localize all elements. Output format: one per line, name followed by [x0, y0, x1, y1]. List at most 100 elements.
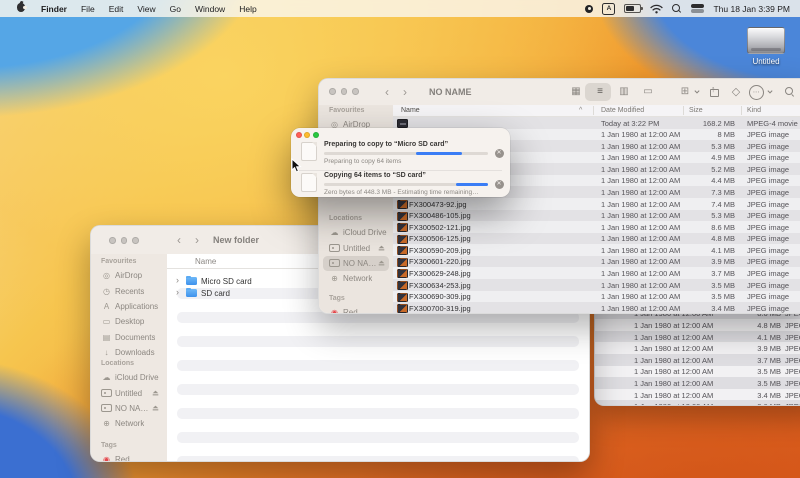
file-row[interactable]: 1 Jan 1980 at 12:00 AM3.7 MBJPEG — [595, 354, 800, 366]
group-chevron-icon — [693, 84, 701, 100]
no-name-toolbar[interactable]: ‹ › NO NAME ▦≡▥▭ ⊞ ◇ ⋯ — [319, 79, 800, 106]
stop-button[interactable]: ✕ — [495, 180, 504, 189]
search-button[interactable] — [783, 84, 797, 100]
list-header[interactable]: Name ^ Date Modified Size Kind — [393, 105, 800, 117]
file-row[interactable]: 1 Jan 1980 at 12:00 AM3.5 MBJPEG — [595, 366, 800, 378]
file-row[interactable]: FX300690-309.jpg1 Jan 1980 at 12:00 AM3.… — [393, 291, 800, 303]
close-button[interactable] — [109, 237, 116, 244]
file-row[interactable]: 1 Jan 1980 at 12:00 AM3.5 MBJPEG — [595, 377, 800, 389]
close-button[interactable] — [329, 88, 336, 95]
sidebar-item-icloud-drive[interactable]: ☁iCloud Drive — [95, 370, 163, 385]
group-button[interactable]: ⊞ — [677, 84, 693, 100]
control-center-icon[interactable] — [691, 4, 704, 13]
zoom-button[interactable] — [132, 237, 139, 244]
eject-icon[interactable] — [152, 390, 159, 396]
file-size: 8.6 MB — [683, 223, 735, 232]
stop-button[interactable]: ✕ — [495, 149, 504, 158]
sidebar-item-no-na-[interactable]: NO NA… — [95, 401, 163, 416]
share-button[interactable] — [707, 84, 721, 100]
sidebar-item-red[interactable]: ◉Red — [323, 305, 389, 314]
disclosure-chevron-icon[interactable]: › — [176, 276, 179, 285]
sidebar-item-airdrop[interactable]: ◎AirDrop — [95, 268, 163, 283]
copy-progress-window[interactable]: Preparing to copy to “Micro SD card”✕Pre… — [291, 128, 510, 197]
sidebar-item-label: Desktop — [115, 317, 144, 326]
sidebar-item-untitled[interactable]: Untitled — [95, 385, 163, 400]
sidebar-item-label: iCloud Drive — [115, 373, 159, 382]
column-header-name[interactable]: Name — [401, 107, 420, 114]
minimize-button[interactable] — [341, 88, 348, 95]
sidebar-item-network[interactable]: ⊕Network — [95, 416, 163, 431]
sidebar-item-untitled[interactable]: Untitled — [323, 240, 389, 255]
file-row[interactable]: FX300590-209.jpg1 Jan 1980 at 12:00 AM4.… — [393, 244, 800, 256]
finder-window-background[interactable]: 1 Jan 1980 at 12:00 AM8.6 MBJPEG1 Jan 19… — [594, 304, 800, 406]
sidebar-item-desktop[interactable]: ▭Desktop — [95, 314, 163, 329]
view-icon-view[interactable]: ▦ — [567, 84, 585, 100]
file-row[interactable]: 1 Jan 1980 at 12:00 AM4.1 MBJPEG — [595, 331, 800, 343]
view-column-view[interactable]: ▥ — [615, 84, 633, 100]
sidebar-item-recents[interactable]: ◷Recents — [95, 283, 163, 298]
battery-icon[interactable] — [624, 4, 641, 13]
back-button[interactable]: ‹ — [385, 86, 389, 98]
file-row[interactable]: FX300634-253.jpg1 Jan 1980 at 12:00 AM3.… — [393, 279, 800, 291]
column-header-kind[interactable]: Kind — [747, 107, 761, 114]
sidebar-item-red[interactable]: ◉Red — [95, 452, 163, 462]
sidebar-item-label: Documents — [115, 333, 155, 342]
file-row[interactable]: 1 Jan 1980 at 12:00 AM4.8 MBJPEG — [595, 319, 800, 331]
column-header-size[interactable]: Size — [689, 107, 703, 114]
file-row[interactable]: FX300601-220.jpg1 Jan 1980 at 12:00 AM3.… — [393, 256, 800, 268]
sidebar-item-network[interactable]: ⊕Network — [323, 271, 389, 286]
file-date: 1 Jan 1980 at 12:00 AM — [634, 356, 713, 365]
minimize-button[interactable] — [121, 237, 128, 244]
file-row[interactable]: FX300506-125.jpg1 Jan 1980 at 12:00 AM4.… — [393, 233, 800, 245]
forward-button[interactable]: › — [195, 234, 199, 246]
sidebar-item-icloud-drive[interactable]: ☁iCloud Drive — [323, 225, 389, 240]
file-row[interactable]: FX300629-248.jpg1 Jan 1980 at 12:00 AM3.… — [393, 267, 800, 279]
menu-edit[interactable]: Edit — [102, 4, 131, 14]
eject-icon[interactable] — [152, 405, 159, 411]
folder-icon — [186, 277, 197, 285]
file-size: 4.8 MB — [715, 321, 781, 330]
file-size: 3.5 MB — [715, 379, 781, 388]
wifi-icon[interactable] — [650, 4, 663, 14]
back-button[interactable]: ‹ — [177, 234, 181, 246]
tags-button[interactable]: ◇ — [729, 84, 743, 100]
menu-file[interactable]: File — [74, 4, 102, 14]
sidebar-item-applications[interactable]: AApplications — [95, 299, 163, 314]
column-header-name[interactable]: Name — [195, 257, 216, 266]
menu-go[interactable]: Go — [163, 4, 188, 14]
menu-window[interactable]: Window — [188, 4, 232, 14]
screen-record-icon[interactable] — [585, 5, 593, 13]
desktop-icon-untitled[interactable]: Untitled — [740, 27, 792, 66]
file-row[interactable]: Today at 3:22 PM168.2 MBMPEG-4 movie — [393, 117, 800, 129]
zoom-button[interactable] — [313, 132, 319, 138]
menu-finder[interactable]: Finder — [34, 4, 74, 14]
spotlight-icon[interactable] — [672, 4, 682, 14]
file-row[interactable]: FX300486-105.jpg1 Jan 1980 at 12:00 AM5.… — [393, 210, 800, 222]
more-button[interactable]: ⋯ — [749, 84, 764, 100]
zoom-button[interactable] — [352, 88, 359, 95]
minimize-button[interactable] — [304, 132, 310, 138]
eject-icon[interactable] — [378, 260, 385, 266]
apple-menu[interactable] — [8, 3, 34, 14]
file-row[interactable]: 1 Jan 1980 at 12:00 AM3.4 MBJPEG — [595, 389, 800, 401]
file-row[interactable]: 1 Jan 1980 at 12:00 AM3.6 MBJPEG — [595, 400, 800, 406]
menu-view[interactable]: View — [130, 4, 162, 14]
apple-icon — [17, 3, 25, 12]
forward-button[interactable]: › — [403, 86, 407, 98]
file-row[interactable]: 1 Jan 1980 at 12:00 AM3.9 MBJPEG — [595, 342, 800, 354]
view-list-view[interactable]: ≡ — [591, 84, 609, 100]
file-row[interactable]: FX300700-319.jpg1 Jan 1980 at 12:00 AM3.… — [393, 302, 800, 314]
menu-help[interactable]: Help — [232, 4, 263, 14]
input-source-icon[interactable]: A — [602, 3, 615, 15]
sidebar-item-no-na-[interactable]: NO NA… — [323, 256, 389, 271]
tag-red-icon: ◉ — [329, 308, 340, 314]
sidebar-item-documents[interactable]: ▤Documents — [95, 330, 163, 345]
recents-icon: ◷ — [101, 287, 112, 296]
file-row[interactable]: FX300502-121.jpg1 Jan 1980 at 12:00 AM8.… — [393, 221, 800, 233]
view-gallery-view[interactable]: ▭ — [639, 84, 657, 100]
column-header-date[interactable]: Date Modified — [601, 107, 644, 114]
menu-bar-clock[interactable]: Thu 18 Jan 3:39 PM — [713, 4, 792, 14]
close-button[interactable] — [296, 132, 302, 138]
eject-icon[interactable] — [378, 245, 385, 251]
disclosure-chevron-icon[interactable]: › — [176, 288, 179, 297]
